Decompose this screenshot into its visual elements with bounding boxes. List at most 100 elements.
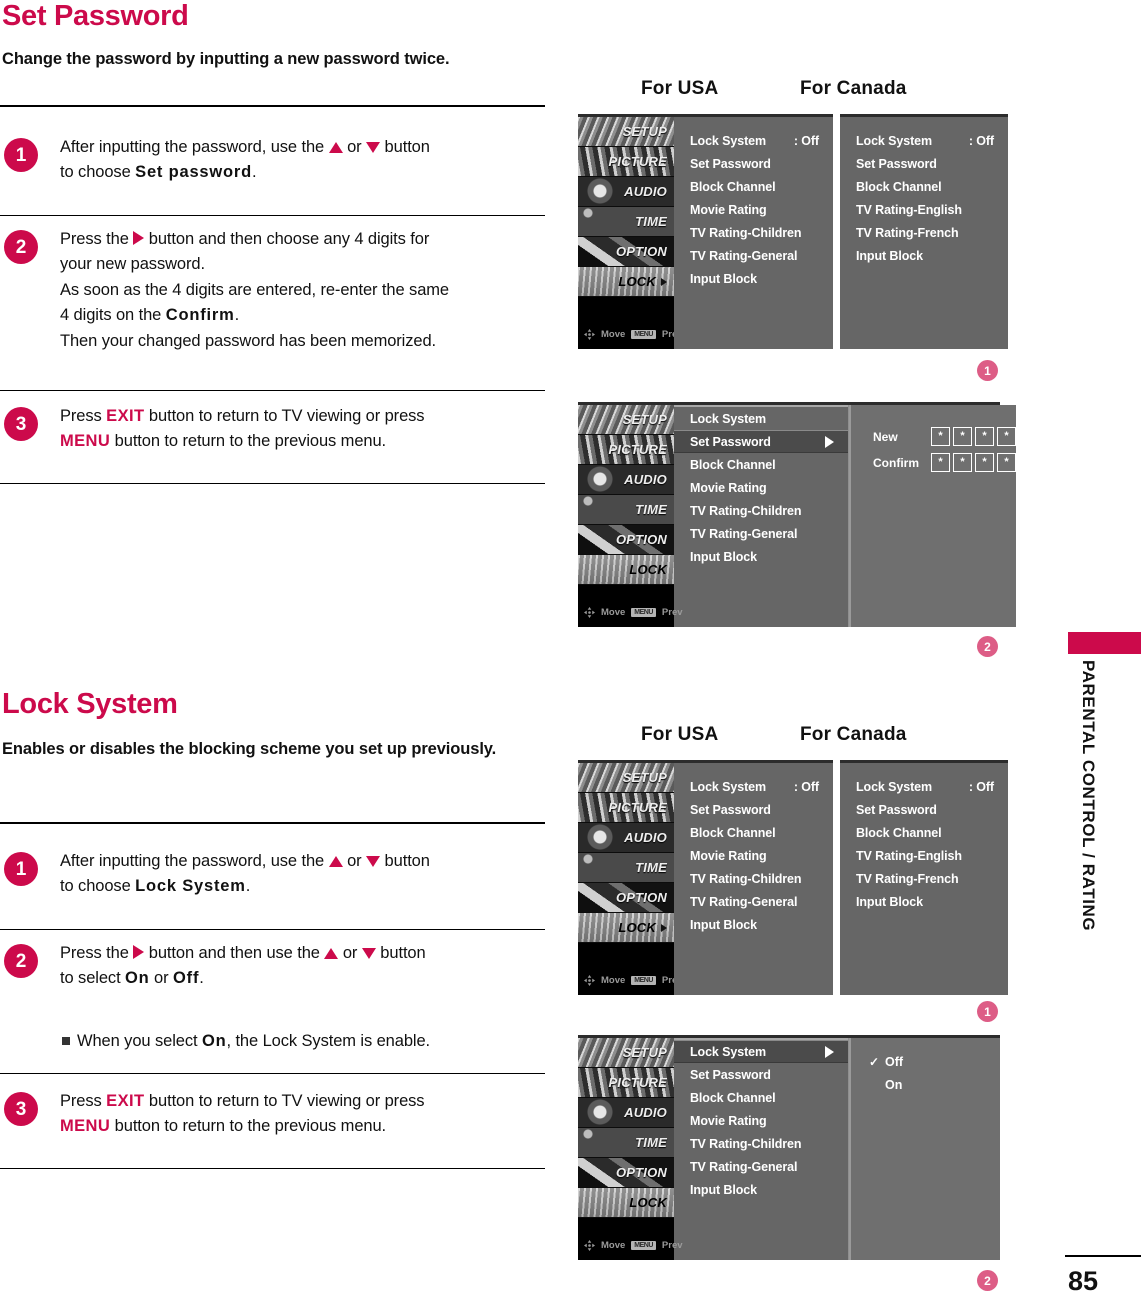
osd-option-row[interactable]: On — [869, 1073, 1000, 1096]
osd-sidebar-item-audio[interactable]: AUDIO — [578, 465, 674, 495]
password-digit-box[interactable]: * — [931, 453, 950, 472]
osd-lock-rows[interactable]: Lock System Set Password Block Channel Movi… — [674, 1040, 848, 1201]
osd-menu-row[interactable]: Set Password — [840, 798, 1008, 821]
osd-menu-row[interactable]: TV Rating-Children — [674, 221, 833, 244]
password-digit-box[interactable]: * — [975, 453, 994, 472]
password-digit-group[interactable]: * * * * — [931, 453, 1016, 472]
osd-menu-row[interactable]: Input Block — [840, 890, 1008, 913]
osd-usa-list[interactable]: Lock System: Off Set Password Block Channe… — [674, 129, 833, 349]
osd-menu-row[interactable]: Lock System: Off — [674, 129, 833, 152]
osd-usa-menu[interactable]: SETUP PICTURE AUDIO TIME OPTION LOCK Move MEN… — [578, 114, 833, 349]
osd-menu-row-label: Set Password — [690, 156, 771, 171]
osd-sidebar-item-picture[interactable]: PICTURE — [578, 1068, 674, 1098]
osd-canada-list[interactable]: Lock System: Off Set Password Block Channe… — [840, 775, 1008, 995]
osd-sidebar[interactable]: SETUP PICTURE AUDIO TIME OPTION LOCK Move MEN… — [578, 405, 683, 627]
osd-sidebar-item-audio[interactable]: AUDIO — [578, 823, 674, 853]
osd-sidebar-item-audio[interactable]: AUDIO — [578, 177, 674, 207]
osd-sidebar[interactable]: SETUP PICTURE AUDIO TIME OPTION LOCK Move MEN… — [578, 117, 683, 349]
osd-sidebar-item-time[interactable]: TIME — [578, 1128, 674, 1158]
osd-usa-list[interactable]: Lock System: Off Set Password Block Channe… — [674, 775, 833, 995]
osd-sidebar-item-lock[interactable]: LOCK — [578, 555, 674, 585]
osd-sidebar-item-audio[interactable]: AUDIO — [578, 1098, 674, 1128]
osd-password-list[interactable]: Lock System Set Password Block Channel Movi… — [674, 405, 849, 627]
osd-menu-row[interactable]: TV Rating-French — [840, 867, 1008, 890]
osd-menu-row[interactable]: Movie Rating — [674, 844, 833, 867]
osd-sidebar-item-time[interactable]: TIME — [578, 495, 674, 525]
password-digit-box[interactable]: * — [953, 453, 972, 472]
osd-menu-row[interactable]: Block Channel — [674, 1086, 848, 1109]
osd-menu-row[interactable]: TV Rating-General — [674, 244, 833, 267]
osd-menu-row[interactable]: TV Rating-English — [840, 198, 1008, 221]
lock-option-group[interactable]: ✓ Off On — [869, 1050, 1000, 1096]
osd-lock-system-menu[interactable]: SETUP PICTURE AUDIO TIME OPTION LOCK Move MEN… — [578, 1035, 1000, 1260]
password-digit-box[interactable]: * — [997, 453, 1016, 472]
osd-sidebar-item-lock[interactable]: LOCK — [578, 267, 674, 297]
osd-menu-row[interactable]: TV Rating-Children — [674, 1132, 848, 1155]
osd-sidebar-item-time[interactable]: TIME — [578, 853, 674, 883]
password-digit-box[interactable]: * — [931, 427, 950, 446]
osd-sidebar[interactable]: SETUP PICTURE AUDIO TIME OPTION LOCK Move MEN… — [578, 1038, 683, 1260]
osd-sidebar[interactable]: SETUP PICTURE AUDIO TIME OPTION LOCK Move MEN… — [578, 763, 683, 995]
osd-sidebar-item-lock[interactable]: LOCK — [578, 1188, 674, 1218]
osd-sidebar-item-setup[interactable]: SETUP — [578, 117, 674, 147]
password-digit-box[interactable]: * — [953, 427, 972, 446]
osd-menu-row-label: TV Rating-Children — [690, 1136, 802, 1151]
osd-set-password-menu[interactable]: SETUP PICTURE AUDIO TIME OPTION LOCK Move MEN… — [578, 402, 1016, 627]
osd-menu-row[interactable]: Lock System: Off — [840, 129, 1008, 152]
osd-sidebar-item-picture[interactable]: PICTURE — [578, 793, 674, 823]
osd-menu-row[interactable]: TV Rating-Children — [674, 867, 833, 890]
osd-menu-row[interactable]: TV Rating-Children — [674, 499, 848, 522]
osd-sidebar-item-option[interactable]: OPTION — [578, 237, 674, 267]
osd-menu-row[interactable]: Input Block — [674, 267, 833, 290]
osd-canada-menu[interactable]: Lock System: Off Set Password Block Channe… — [840, 760, 1008, 995]
osd-sidebar-item-picture[interactable]: PICTURE — [578, 435, 674, 465]
osd-menu-row[interactable]: TV Rating-English — [840, 844, 1008, 867]
osd-usa-menu[interactable]: SETUP PICTURE AUDIO TIME OPTION LOCK Move MEN… — [578, 760, 833, 995]
osd-password-rows[interactable]: Lock System Set Password Block Channel Movi… — [674, 407, 848, 568]
osd-sidebar-item-time[interactable]: TIME — [578, 207, 674, 237]
osd-canada-menu[interactable]: Lock System: Off Set Password Block Channe… — [840, 114, 1008, 349]
osd-sidebar-item-option[interactable]: OPTION — [578, 1158, 674, 1188]
osd-menu-row[interactable]: Lock System — [674, 407, 848, 430]
osd-menu-row[interactable]: Input Block — [840, 244, 1008, 267]
osd-lock-options[interactable]: ✓ Off On — [849, 1038, 1000, 1260]
osd-menu-row[interactable]: Movie Rating — [674, 198, 833, 221]
osd-sidebar-item-setup[interactable]: SETUP — [578, 1038, 674, 1068]
osd-lock-list[interactable]: Lock System Set Password Block Channel Movi… — [674, 1038, 849, 1260]
osd-option-row[interactable]: ✓ Off — [869, 1050, 1000, 1073]
password-digit-group[interactable]: * * * * — [931, 427, 1016, 446]
osd-menu-row[interactable]: TV Rating-French — [840, 221, 1008, 244]
osd-menu-row[interactable]: Input Block — [674, 913, 833, 936]
osd-sidebar-item-lock[interactable]: LOCK — [578, 913, 674, 943]
osd-menu-row[interactable]: Movie Rating — [674, 476, 848, 499]
osd-menu-row[interactable]: Input Block — [674, 1178, 848, 1201]
osd-menu-row[interactable]: Block Channel — [674, 821, 833, 844]
password-digit-box[interactable]: * — [997, 427, 1016, 446]
osd-sidebar-item-picture[interactable]: PICTURE — [578, 147, 674, 177]
osd-menu-row[interactable]: TV Rating-General — [674, 1155, 848, 1178]
osd-menu-row[interactable]: Block Channel — [840, 175, 1008, 198]
osd-menu-row[interactable]: Set Password — [674, 1063, 848, 1086]
osd-menu-row[interactable]: Input Block — [674, 545, 848, 568]
osd-menu-row[interactable]: Block Channel — [674, 175, 833, 198]
osd-menu-row[interactable]: Movie Rating — [674, 1109, 848, 1132]
osd-sidebar-item-option[interactable]: OPTION — [578, 883, 674, 913]
osd-password-fields[interactable]: New * * * * Confirm * * * * — [849, 405, 1016, 627]
osd-menu-row[interactable]: Set Password — [674, 798, 833, 821]
osd-menu-row[interactable]: Lock System — [674, 1040, 848, 1063]
osd-menu-row[interactable]: Lock System: Off — [674, 775, 833, 798]
osd-menu-row[interactable]: Set Password — [674, 430, 848, 453]
osd-menu-row[interactable]: TV Rating-General — [674, 890, 833, 913]
osd-sidebar-item-setup[interactable]: SETUP — [578, 763, 674, 793]
osd-sidebar-item-setup[interactable]: SETUP — [578, 405, 674, 435]
osd-canada-list[interactable]: Lock System: Off Set Password Block Channe… — [840, 129, 1008, 349]
password-field-group[interactable]: New * * * * Confirm * * * * — [873, 427, 1016, 472]
osd-menu-row[interactable]: Lock System: Off — [840, 775, 1008, 798]
osd-sidebar-item-option[interactable]: OPTION — [578, 525, 674, 555]
osd-menu-row[interactable]: Block Channel — [674, 453, 848, 476]
osd-menu-row[interactable]: Block Channel — [840, 821, 1008, 844]
password-digit-box[interactable]: * — [975, 427, 994, 446]
osd-menu-row[interactable]: Set Password — [840, 152, 1008, 175]
osd-menu-row[interactable]: Set Password — [674, 152, 833, 175]
osd-menu-row[interactable]: TV Rating-General — [674, 522, 848, 545]
